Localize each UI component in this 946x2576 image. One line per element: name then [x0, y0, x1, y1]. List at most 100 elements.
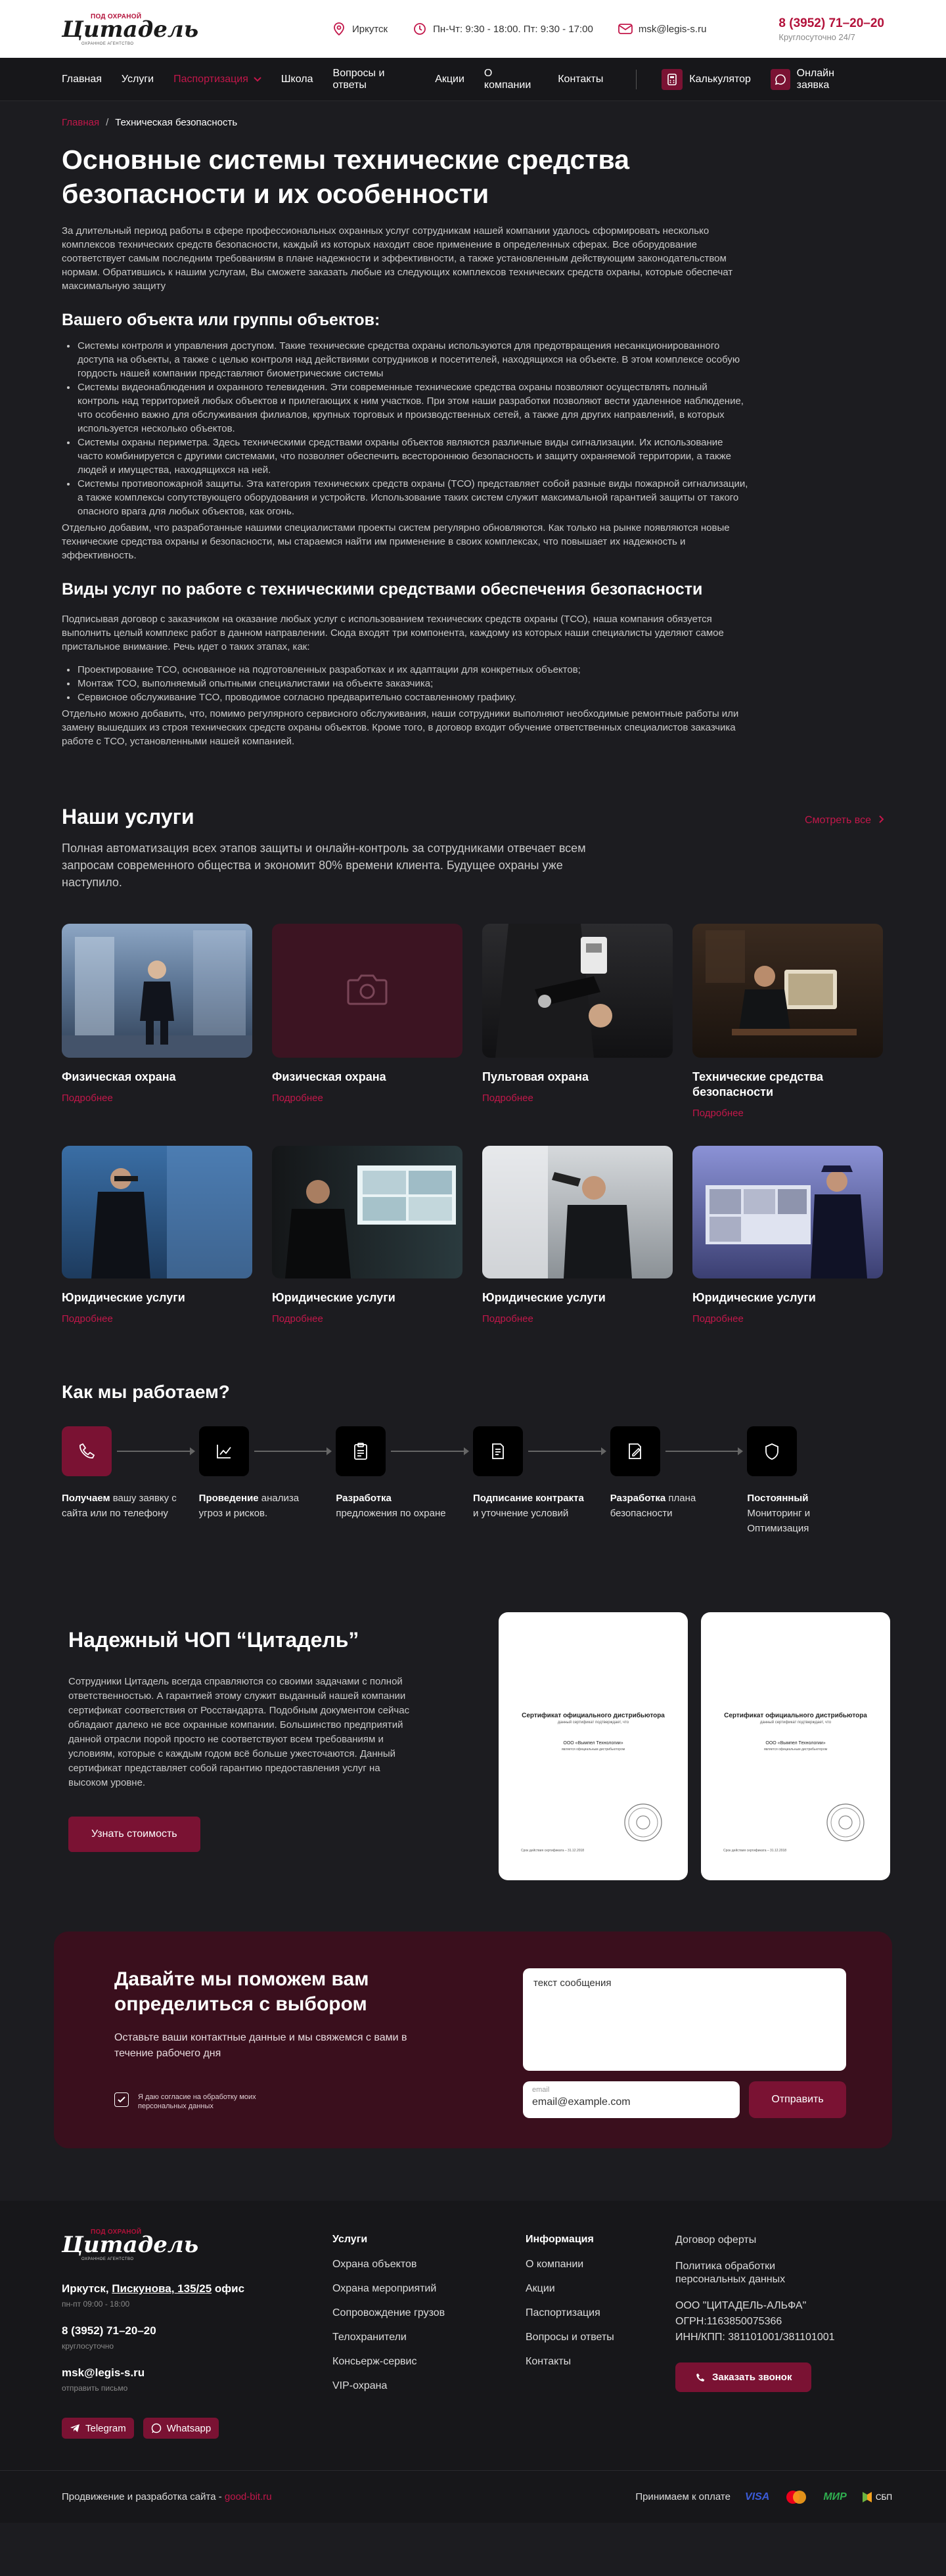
visa-icon: VISA	[744, 2491, 770, 2502]
footer-link[interactable]: Вопросы и ответы	[526, 2332, 614, 2343]
step-rest: предложения по охране	[336, 1508, 446, 1519]
more-link[interactable]: Подробнее	[482, 1313, 533, 1324]
certificate-title: Сертификат официального дистрибьютора	[724, 1712, 867, 1719]
more-link[interactable]: Подробнее	[692, 1313, 744, 1324]
footer-link[interactable]: VIP-охрана	[332, 2380, 445, 2392]
nav-item-about[interactable]: О компании	[484, 68, 538, 91]
footer-link[interactable]: Сопровождение грузов	[332, 2307, 445, 2319]
more-link[interactable]: Подробнее	[272, 1313, 323, 1324]
footer-link[interactable]: Консьерж-сервис	[332, 2356, 445, 2368]
service-card[interactable]: Юридические услуги Подробнее	[482, 1146, 673, 1325]
footer-link[interactable]: Охрана объектов	[332, 2259, 445, 2271]
seal-icon	[824, 1801, 867, 1847]
footer-link[interactable]: Контакты	[526, 2356, 614, 2368]
footer-link[interactable]: Акции	[526, 2283, 614, 2295]
list-item: Системы контроля и управления доступом. …	[62, 339, 748, 380]
footer-link[interactable]: Политика обработки персональных данных	[675, 2260, 846, 2286]
how-title: Как мы работаем?	[62, 1382, 230, 1402]
step-text: Разработка предложения по охране	[336, 1491, 451, 1521]
footer-bottom: Продвижение и разработка сайта - good-bi…	[0, 2470, 946, 2523]
footer-link[interactable]: Телохранители	[332, 2332, 445, 2343]
mir-icon: МИР	[823, 2491, 847, 2502]
calculator-label: Калькулятор	[689, 74, 751, 85]
payment-text: Принимаем к оплате	[635, 2491, 731, 2502]
get-price-button[interactable]: Узнать стоимость	[68, 1817, 200, 1852]
footer-phone[interactable]: 8 (3952) 71–20–20	[62, 2324, 244, 2338]
certificate-org: ООО «Вымпел Технологии»	[765, 1741, 826, 1746]
camera-icon	[346, 972, 388, 1010]
more-link[interactable]: Подробнее	[692, 1108, 744, 1119]
consent-checkbox[interactable]: Я даю согласие на обработку моих персона…	[114, 2092, 256, 2111]
certificate-card[interactable]: Сертификат официального дистрибьютора да…	[499, 1612, 688, 1880]
nav-item-school[interactable]: Школа	[281, 74, 313, 85]
nav-item-passport[interactable]: Паспортизация	[173, 74, 261, 85]
nav-item-promo[interactable]: Акции	[435, 74, 464, 85]
service-card[interactable]: Физическая охрана Подробнее	[272, 924, 462, 1119]
arrow-right-icon	[117, 1447, 195, 1455]
header-email[interactable]: msk@legis-s.ru	[618, 22, 706, 36]
submit-button[interactable]: Отправить	[749, 2081, 846, 2118]
footer-link[interactable]: Договор оферты	[675, 2234, 846, 2247]
footer-link[interactable]: Охрана мероприятий	[332, 2283, 445, 2295]
services-title: Наши услуги	[62, 805, 194, 828]
logo[interactable]: ПОД ОХРАНОЙ Цитадель охранное агентство	[62, 9, 198, 49]
services-lead: Полная автоматизация всех этапов защиты …	[62, 842, 586, 889]
nav-item-home[interactable]: Главная	[62, 74, 102, 85]
see-all-link[interactable]: Смотреть все	[805, 815, 884, 826]
contract-icon	[473, 1426, 524, 1476]
reliable-title: Надежный ЧОП “Цитадель”	[68, 1628, 359, 1652]
section-heading-service-types: Виды услуг по работе с техническими сред…	[62, 580, 703, 599]
breadcrumb: Главная / Техническая безопасность	[62, 117, 884, 128]
section-heading-objects: Вашего объекта или группы объектов:	[62, 311, 380, 329]
message-textarea[interactable]: текст сообщения	[523, 1968, 846, 2071]
telegram-button[interactable]: Telegram	[62, 2418, 134, 2439]
certificate-subtitle: данный сертификат подтверждает, что	[759, 1721, 832, 1725]
order-call-button[interactable]: Заказать звонок	[675, 2362, 812, 2392]
developer-link[interactable]: good-bit.ru	[225, 2491, 272, 2502]
footer-info: Информация О компании Акции Паспортизаци…	[526, 2234, 614, 2380]
service-photo	[62, 1146, 252, 1278]
online-request-button[interactable]: Онлайн заявка	[770, 68, 865, 91]
footer-logo[interactable]: ПОД ОХРАНОЙ Цитадель охранное агентство	[62, 2225, 198, 2264]
more-link[interactable]: Подробнее	[482, 1093, 533, 1104]
map-pin-icon	[332, 22, 346, 36]
service-card[interactable]: Технические средства безопасности Подроб…	[692, 924, 883, 1119]
nav-item-services[interactable]: Услуги	[122, 74, 154, 85]
step-bold: Проведение	[198, 1493, 259, 1504]
nav-item-faq[interactable]: Вопросы и ответы	[333, 68, 416, 91]
footer-phone-note: круглосуточно	[62, 2341, 114, 2351]
footer-link[interactable]: Паспортизация	[526, 2307, 614, 2319]
image-placeholder	[272, 924, 462, 1058]
footer-link[interactable]: О компании	[526, 2259, 614, 2271]
main-nav: Главная Услуги Паспортизация Школа Вопро…	[0, 58, 946, 101]
service-title: Технические средства безопасности	[692, 1070, 824, 1098]
breadcrumb-home[interactable]: Главная	[62, 117, 99, 128]
phone-icon	[62, 1426, 112, 1476]
city-selector[interactable]: Иркутск	[332, 22, 388, 36]
service-photo	[692, 1146, 883, 1278]
more-link[interactable]: Подробнее	[272, 1093, 323, 1104]
see-all-label: Смотреть все	[804, 815, 871, 826]
how-we-work-section: Как мы работаем? Получаем вашу заявку с …	[62, 1382, 884, 1536]
more-link[interactable]: Подробнее	[62, 1313, 113, 1324]
service-card[interactable]: Юридические услуги Подробнее	[692, 1146, 883, 1325]
certificate-subtitle: данный сертификат подтверждает, что	[557, 1721, 629, 1725]
service-card[interactable]: Юридические услуги Подробнее	[62, 1146, 252, 1325]
footer: ПОД ОХРАНОЙ Цитадель охранное агентство …	[0, 2201, 946, 2523]
more-link[interactable]: Подробнее	[62, 1093, 113, 1104]
service-card[interactable]: Юридические услуги Подробнее	[272, 1146, 462, 1325]
calculator-button[interactable]: Калькулятор	[662, 69, 751, 90]
list-item: Сервисное обслуживание ТСО, проводимое с…	[62, 690, 748, 704]
list-item: Системы видеонаблюдения и охранного теле…	[62, 380, 748, 436]
header-phone[interactable]: 8 (3952) 71–20–20 Круглосуточно 24/7	[778, 16, 884, 42]
service-card[interactable]: Физическая охрана Подробнее	[62, 924, 252, 1119]
service-title: Юридические услуги	[62, 1291, 185, 1304]
hours-label: Пн-Чт: 9:30 - 18:00. Пт: 9:30 - 17:00	[433, 23, 593, 35]
footer-email[interactable]: msk@legis-s.ru	[62, 2366, 244, 2380]
whatsapp-button[interactable]: Whatsapp	[143, 2418, 219, 2439]
nav-item-contacts[interactable]: Контакты	[558, 74, 603, 85]
email-field[interactable]: email email@example.com	[523, 2081, 740, 2118]
certificate-card[interactable]: Сертификат официального дистрибьютора да…	[701, 1612, 890, 1880]
service-card[interactable]: Пультовая охрана Подробнее	[482, 924, 673, 1119]
service-title: Пультовая охрана	[482, 1070, 589, 1083]
